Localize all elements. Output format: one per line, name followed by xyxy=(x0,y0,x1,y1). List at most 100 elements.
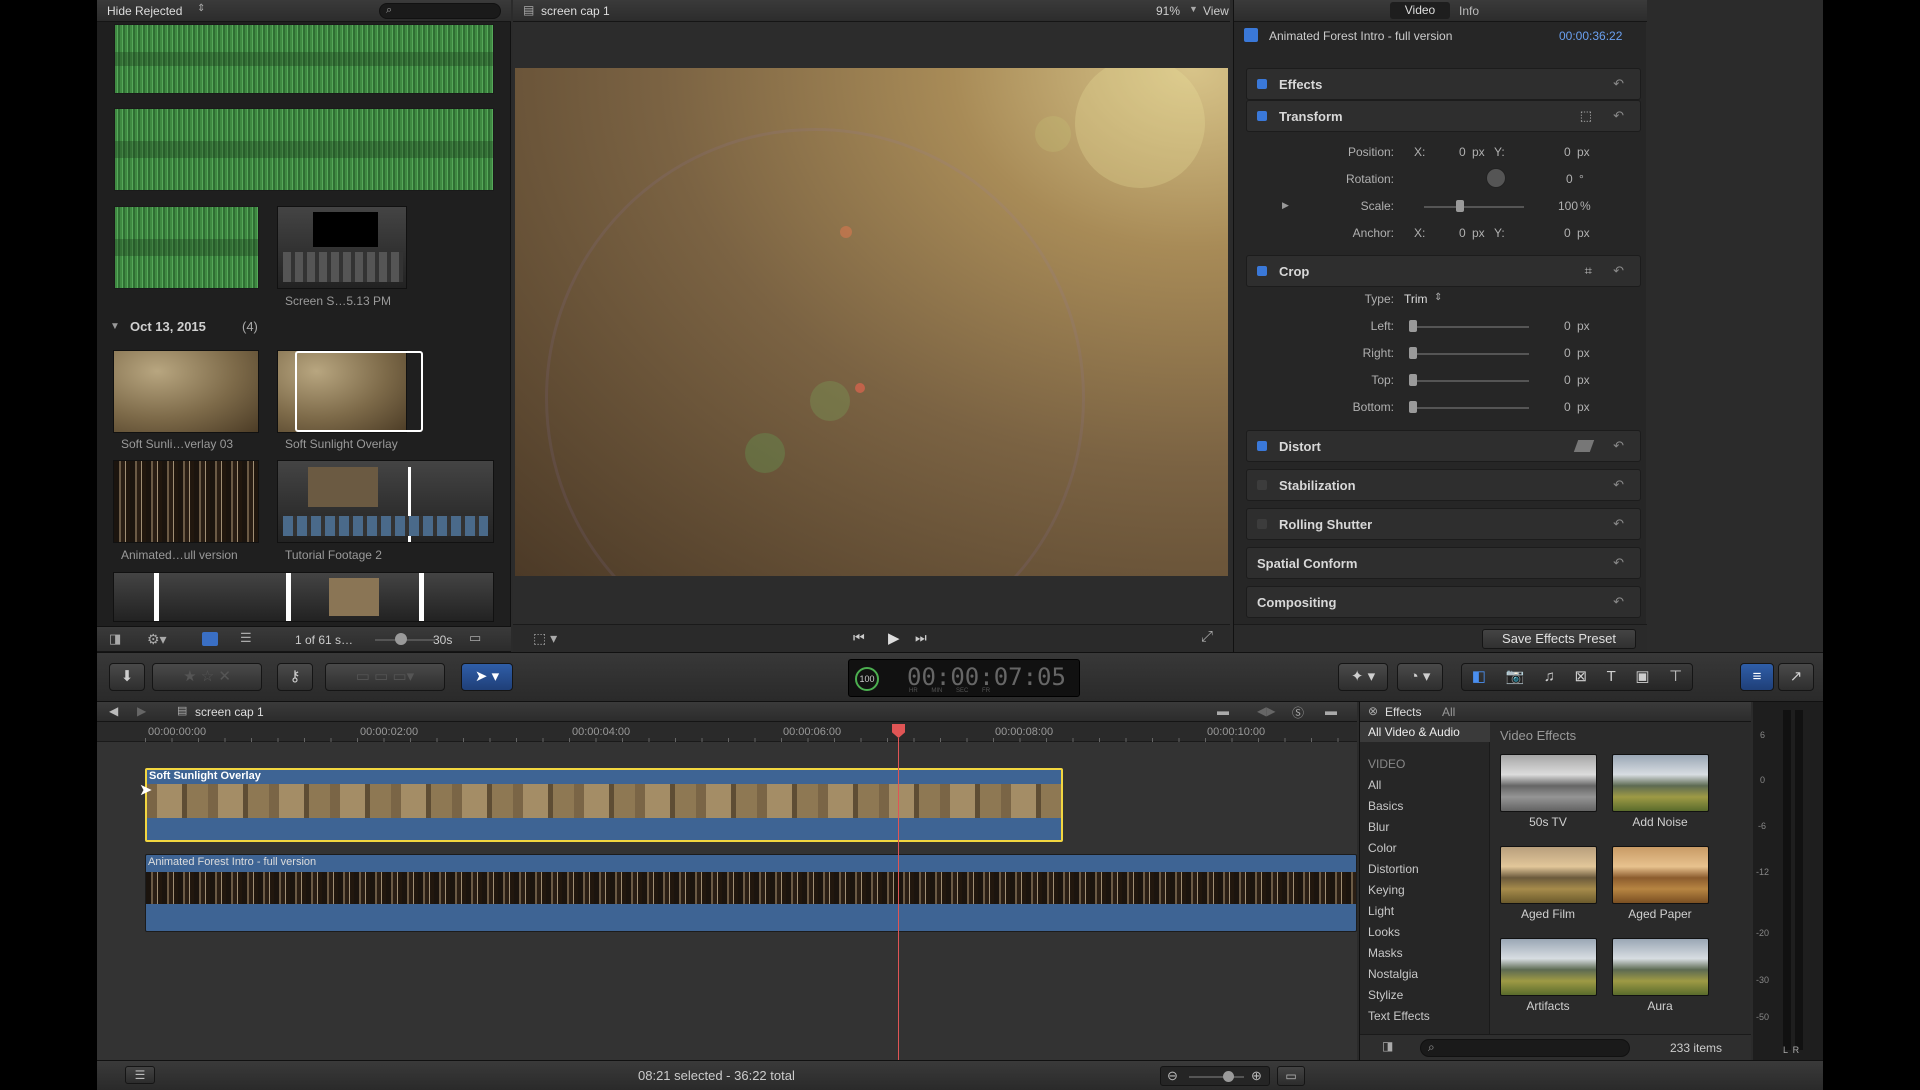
audio-skimming-icon[interactable]: ◀▶ xyxy=(1257,704,1275,718)
crop-top-value[interactable]: 0 xyxy=(1564,373,1571,387)
audio-clip-thumb[interactable] xyxy=(114,206,259,289)
slider-knob[interactable] xyxy=(1409,401,1417,413)
position-x-value[interactable]: 0 xyxy=(1459,145,1466,159)
effect-aged-film[interactable] xyxy=(1500,846,1597,904)
timecode-display[interactable]: 00:00:07:05 xyxy=(907,663,1066,691)
select-chevron-icon[interactable]: ⇕ xyxy=(1434,292,1442,303)
effect-add-noise[interactable] xyxy=(1612,754,1709,812)
scale-disclosure-icon[interactable]: ▶ xyxy=(1282,200,1289,211)
position-y-value[interactable]: 0 xyxy=(1564,145,1571,159)
rolling-shutter-section[interactable]: Rolling Shutter ↶ xyxy=(1246,508,1641,540)
timeline-ruler[interactable]: 00:00:00:00 00:00:02:00 00:00:04:00 00:0… xyxy=(97,722,1357,742)
zoom-slider-knob[interactable] xyxy=(1223,1071,1234,1082)
screen-clip-thumb[interactable] xyxy=(277,206,407,289)
reset-icon[interactable]: ↶ xyxy=(1613,108,1624,124)
close-icon[interactable]: ⊗ xyxy=(1368,704,1378,718)
category-color[interactable]: Color xyxy=(1368,841,1397,855)
category-all-video-audio[interactable]: All Video & Audio xyxy=(1360,722,1490,742)
previous-frame-icon[interactable]: ⏮ xyxy=(853,630,865,646)
effects-search-input[interactable]: ⌕ xyxy=(1420,1039,1630,1057)
crop-left-slider[interactable] xyxy=(1409,326,1529,328)
stabilization-checkbox[interactable] xyxy=(1257,480,1267,490)
keyword-button[interactable]: ⚷ xyxy=(277,663,313,691)
import-button[interactable]: ⬇ xyxy=(109,663,145,691)
category-looks[interactable]: Looks xyxy=(1368,925,1400,939)
compositing-section[interactable]: Compositing ↶ xyxy=(1246,586,1641,618)
crop-section[interactable]: Crop ⌗ ↶ xyxy=(1246,255,1641,287)
reset-icon[interactable]: ↶ xyxy=(1613,594,1624,610)
filter-chevron-icon[interactable]: ⇕ xyxy=(197,3,205,14)
clip-thumb-animated-forest[interactable] xyxy=(113,460,259,543)
background-tasks-button[interactable]: ≡ xyxy=(1740,663,1774,691)
transform-onscreen-icon[interactable]: ⬚ xyxy=(1580,108,1592,124)
tab-info[interactable]: Info xyxy=(1459,4,1479,18)
category-distortion[interactable]: Distortion xyxy=(1368,862,1419,876)
crop-right-slider[interactable] xyxy=(1409,353,1529,355)
reset-icon[interactable]: ↶ xyxy=(1613,555,1624,571)
category-all[interactable]: All xyxy=(1368,778,1381,792)
clip-thumb-soft-sunlight-03[interactable] xyxy=(113,350,259,433)
zoom-chevron-icon[interactable]: ▼ xyxy=(1189,4,1198,14)
reset-icon[interactable]: ↶ xyxy=(1613,263,1624,279)
category-basics[interactable]: Basics xyxy=(1368,799,1403,813)
slider-knob[interactable] xyxy=(395,633,407,645)
select-tool-button[interactable]: ➤ ▾ xyxy=(461,663,513,691)
distort-section[interactable]: Distort ↶ xyxy=(1246,430,1641,462)
crop-checkbox[interactable] xyxy=(1257,266,1267,276)
sidebar-toggle-icon[interactable]: ◨ xyxy=(1382,1039,1393,1053)
reset-icon[interactable]: ↶ xyxy=(1613,76,1624,92)
rating-buttons[interactable]: ★ ☆ ✕ xyxy=(152,663,262,691)
category-blur[interactable]: Blur xyxy=(1368,820,1389,834)
audio-clip-thumb[interactable] xyxy=(114,108,494,191)
slider-knob[interactable] xyxy=(1409,347,1417,359)
reset-icon[interactable]: ↶ xyxy=(1613,438,1624,454)
clip-appearance-icon[interactable]: ▬ xyxy=(1217,704,1229,718)
effects-checkbox[interactable] xyxy=(1257,79,1267,89)
slider-knob[interactable] xyxy=(1409,320,1417,332)
music-icon[interactable]: ♫ xyxy=(1544,664,1555,690)
play-icon[interactable]: ▶ xyxy=(888,629,900,647)
category-nostalgia[interactable]: Nostalgia xyxy=(1368,967,1418,981)
effect-artifacts[interactable] xyxy=(1500,938,1597,996)
category-light[interactable]: Light xyxy=(1368,904,1394,918)
disclosure-triangle-icon[interactable]: ▼ xyxy=(110,321,120,332)
clip-thumb-filmstrip[interactable] xyxy=(113,572,494,622)
back-arrow-icon[interactable]: ◀ xyxy=(109,704,118,718)
solo-icon[interactable]: Ⓢ xyxy=(1292,704,1304,721)
effects-section[interactable]: Effects ↶ xyxy=(1246,68,1641,100)
crop-bottom-slider[interactable] xyxy=(1409,407,1529,409)
view-menu[interactable]: View xyxy=(1203,4,1229,18)
clip-appearance-button[interactable]: ▭ xyxy=(1277,1066,1305,1086)
reset-icon[interactable]: ↶ xyxy=(1613,516,1624,532)
timeline[interactable]: ◀ ▶ ▤ screen cap 1 ▬ ◀▶ Ⓢ ▬ 00:00:00:00 … xyxy=(97,702,1357,1060)
transform-tool-icon[interactable]: ⬚ ▾ xyxy=(533,630,557,647)
themes-icon[interactable]: ⊤ xyxy=(1669,664,1682,690)
category-text-effects[interactable]: Text Effects xyxy=(1368,1009,1430,1023)
rolling-shutter-checkbox[interactable] xyxy=(1257,519,1267,529)
playhead[interactable] xyxy=(898,738,899,1060)
zoom-in-icon[interactable]: ⊕ xyxy=(1251,1068,1262,1084)
list-view-icon[interactable]: ☰ xyxy=(240,630,252,646)
forward-arrow-icon[interactable]: ▶ xyxy=(137,704,146,718)
clip-thumb-soft-sunlight[interactable] xyxy=(277,350,423,433)
audio-clip-thumb[interactable] xyxy=(114,24,494,94)
crop-right-value[interactable]: 0 xyxy=(1564,346,1571,360)
snapping-icon[interactable]: ▬ xyxy=(1325,704,1337,718)
media-browser-buttons[interactable]: ◧ 📷 ♫ ⊠ T ▣ ⊤ xyxy=(1461,663,1693,691)
transitions-icon[interactable]: ⊠ xyxy=(1575,664,1588,690)
tab-video[interactable]: Video xyxy=(1390,2,1450,19)
zoom-out-icon[interactable]: ⊖ xyxy=(1167,1068,1178,1084)
filmstrip-view-icon[interactable] xyxy=(202,632,218,646)
slider-knob[interactable] xyxy=(1409,374,1417,386)
distort-onscreen-icon[interactable] xyxy=(1573,440,1595,452)
video-frame[interactable] xyxy=(515,68,1228,576)
crop-top-slider[interactable] xyxy=(1409,380,1529,382)
browser-search-input[interactable]: ⌕ xyxy=(379,3,501,19)
sidebar-toggle-icon[interactable]: ◨ xyxy=(109,631,121,647)
next-frame-icon[interactable]: ⏭ xyxy=(915,630,927,646)
hide-rejected-filter[interactable]: Hide Rejected xyxy=(107,4,182,18)
reset-icon[interactable]: ↶ xyxy=(1613,477,1624,493)
zoom-slider[interactable] xyxy=(1189,1076,1244,1078)
gear-icon[interactable]: ⚙▾ xyxy=(147,631,167,648)
clip-animated-forest-intro[interactable]: Animated Forest Intro - full version xyxy=(145,854,1357,932)
